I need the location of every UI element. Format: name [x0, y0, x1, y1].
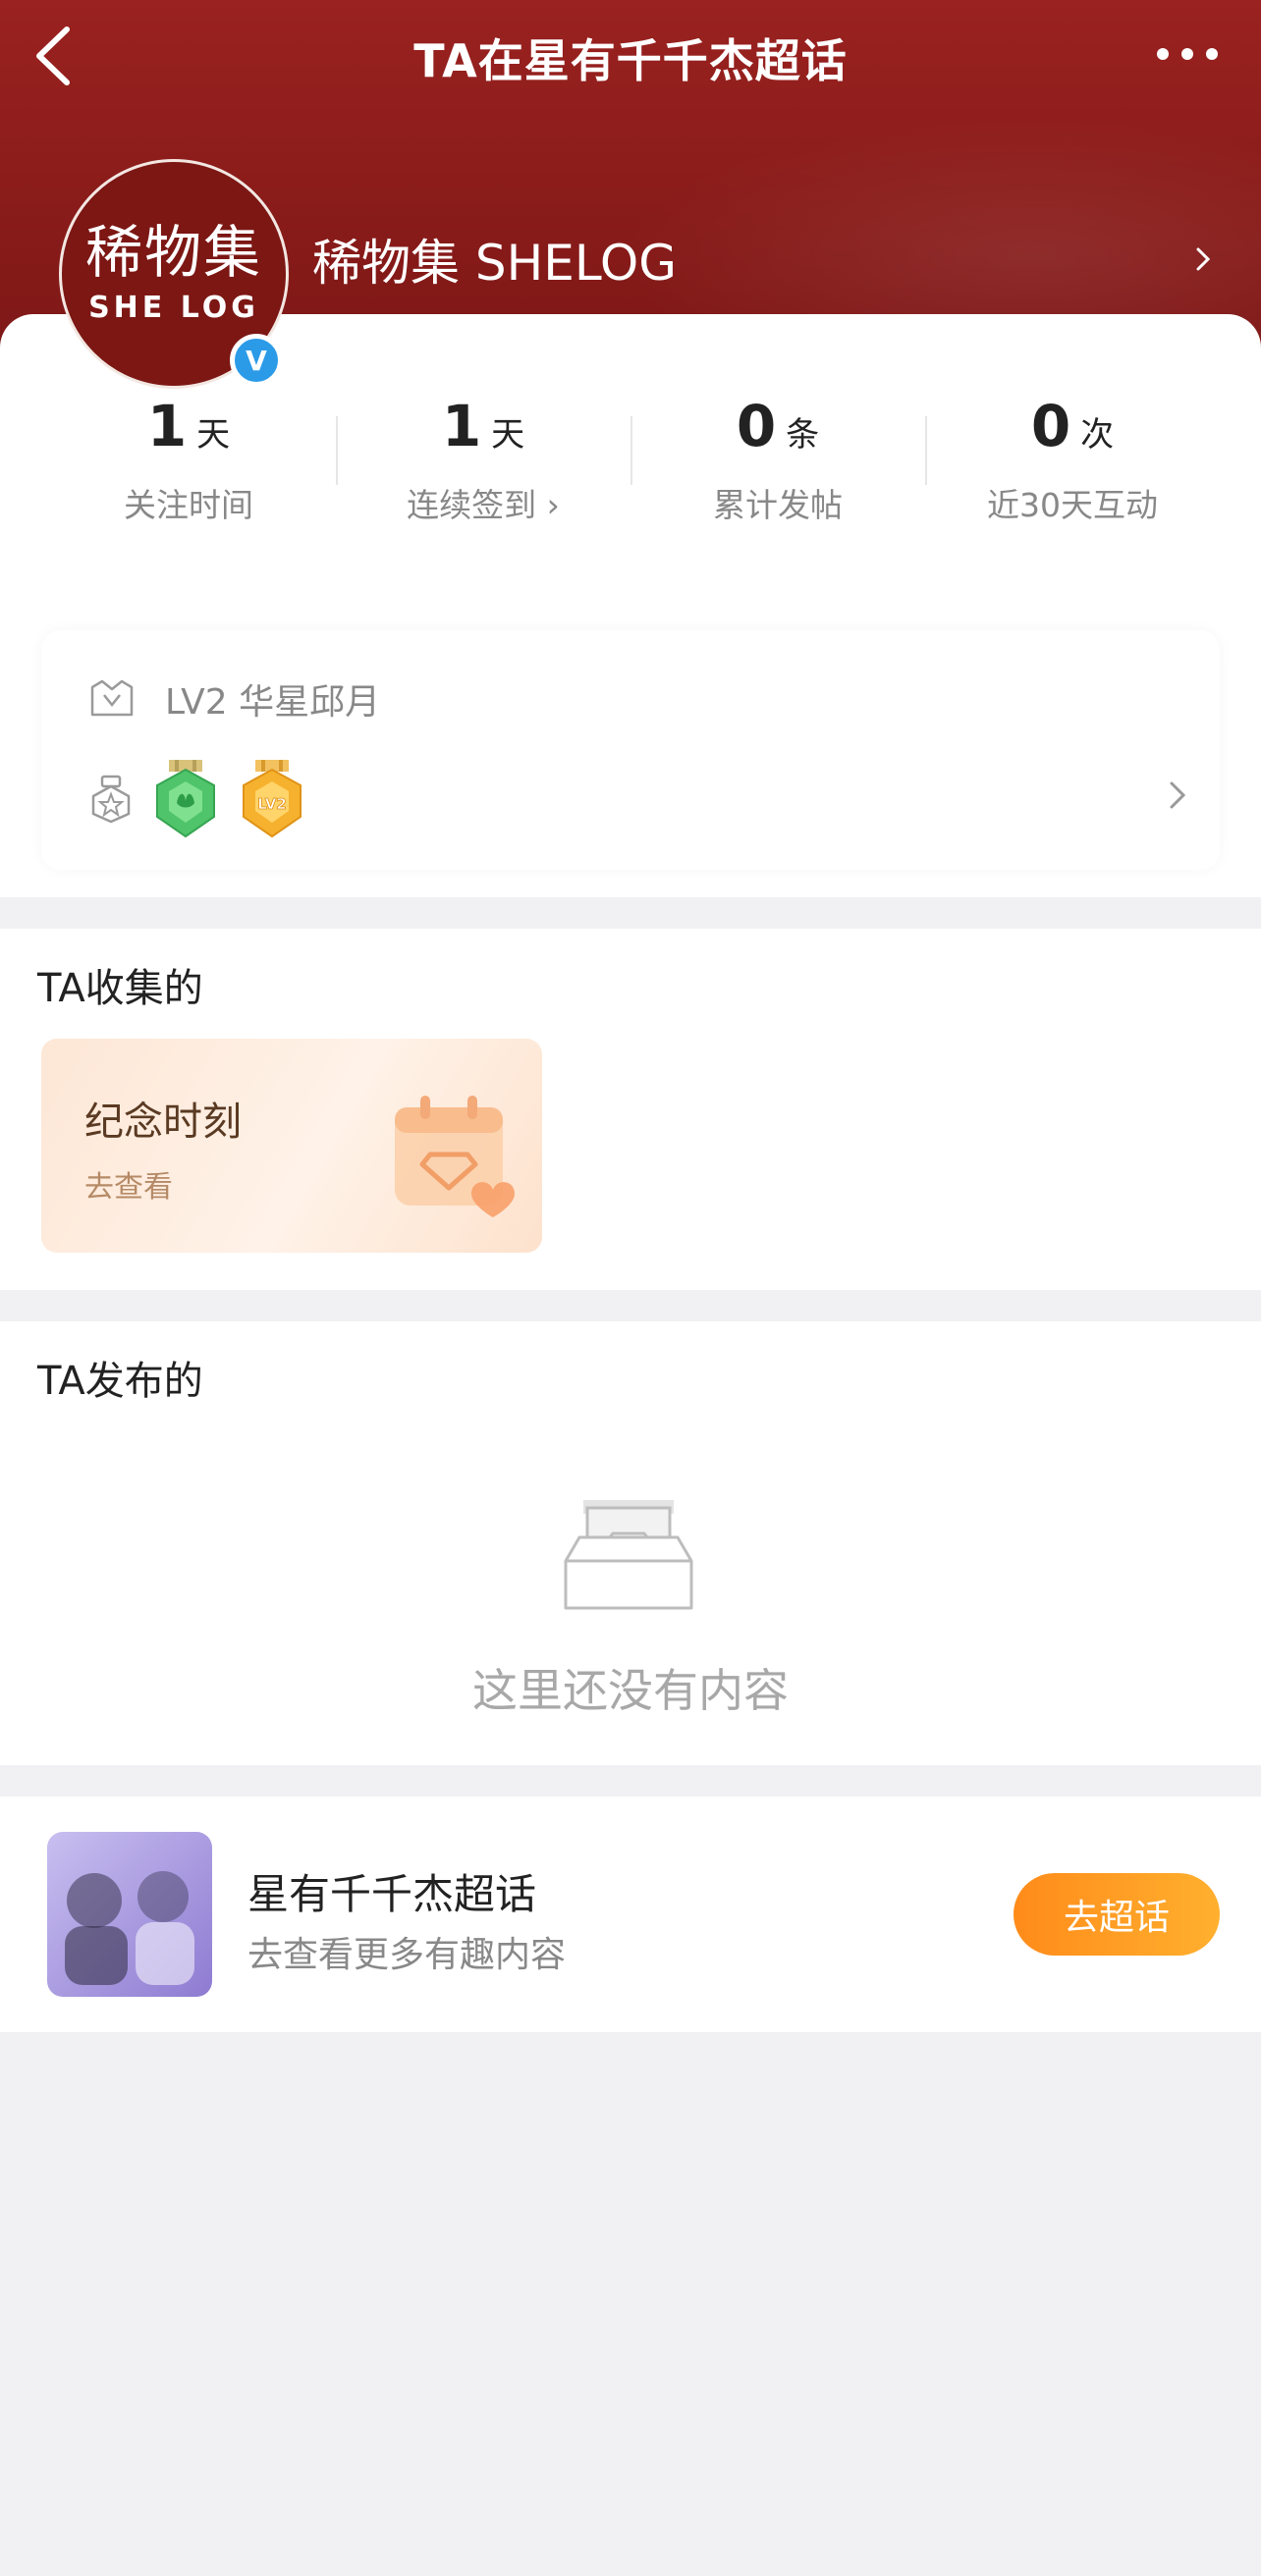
topic-thumbnail[interactable] [47, 1832, 212, 1997]
medal-lv2-icon: LV2 [243, 760, 302, 838]
stat-unit: 条 [786, 415, 820, 455]
section-title: TA发布的 [37, 1359, 203, 1404]
topic-subtitle: 去查看更多有趣内容 [247, 1935, 567, 1975]
stat-checkin-days[interactable]: 1天 连续签到 › [336, 393, 630, 530]
calendar-heart-icon [395, 1096, 515, 1217]
stat-label: 近30天互动 [987, 486, 1158, 524]
stat-value: 1 [146, 393, 188, 459]
topic-name[interactable]: 星有千千杰超话 [247, 1861, 536, 1921]
empty-box-icon [564, 1500, 693, 1610]
back-icon[interactable] [27, 22, 86, 90]
level-crown-icon [90, 679, 134, 717]
section-title: TA收集的 [37, 966, 203, 1011]
page-title: TA在星有千千杰超话 [413, 34, 848, 87]
chevron-right-icon[interactable] [1167, 778, 1188, 813]
topic-section[interactable]: 星有千千杰超话 去查看更多有趣内容 去超话 [0, 1797, 1261, 2032]
stat-posts: 0条 累计发帖 [630, 393, 925, 530]
posted-section: TA发布的 这里还没有内容 [0, 1321, 1261, 1765]
verified-badge-icon: V [230, 334, 283, 387]
level-text: LV2 华星邱月 [165, 682, 381, 723]
collect-card-title: 纪念时刻 [84, 1100, 242, 1145]
collected-section: TA收集的 纪念时刻 去查看 [0, 929, 1261, 1290]
topic-thumbnail-image [65, 1871, 194, 1985]
stat-value: 0 [736, 393, 777, 459]
badges-row: LV2 [88, 758, 1188, 840]
stat-value: 1 [441, 393, 482, 459]
collect-card-link: 去查看 [84, 1170, 173, 1205]
stat-unit: 次 [1080, 415, 1115, 455]
memorial-moments-card[interactable]: 纪念时刻 去查看 [41, 1039, 542, 1253]
avatar-logo-subtext: SHE LOG [88, 290, 259, 325]
stat-unit: 天 [196, 415, 231, 455]
stat-value: 0 [1030, 393, 1071, 459]
medal-green-icon [156, 760, 215, 838]
level-panel[interactable]: LV2 华星邱月 LV2 [41, 630, 1220, 870]
empty-state-text: 这里还没有内容 [472, 1664, 789, 1717]
stat-label: 连续签到 › [407, 486, 560, 524]
profile-card: 1天 关注时间 1天 连续签到 › 0条 累计发帖 0次 近30天互动 LV2 … [0, 314, 1261, 897]
stat-label: 关注时间 [124, 486, 253, 524]
stat-unit: 天 [491, 415, 525, 455]
go-topic-button[interactable]: 去超话 [1014, 1873, 1220, 1956]
level-row: LV2 华星邱月 [88, 673, 380, 724]
stat-follow-days: 1天 关注时间 [41, 393, 336, 530]
more-icon[interactable] [1153, 29, 1222, 79]
badge-icon [91, 775, 131, 824]
stat-interactions: 0次 近30天互动 [925, 393, 1220, 530]
stats-row: 1天 关注时间 1天 连续签到 › 0条 累计发帖 0次 近30天互动 [41, 393, 1220, 530]
stat-label: 累计发帖 [713, 486, 843, 524]
medal-lv2-text: LV2 [257, 795, 287, 813]
avatar-logo-text: 稀物集 [84, 218, 262, 286]
profile-name[interactable]: 稀物集 SHELOG [312, 224, 677, 295]
chevron-right-icon[interactable] [1192, 242, 1216, 277]
